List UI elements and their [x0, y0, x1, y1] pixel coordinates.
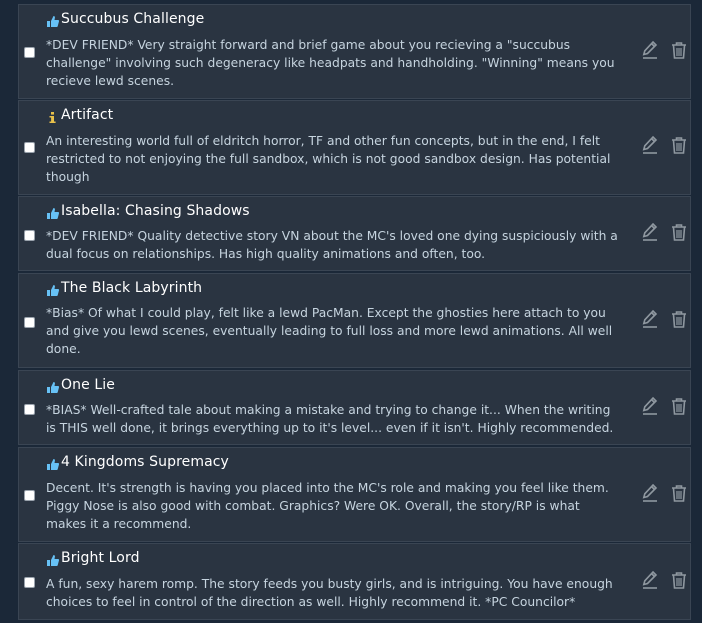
edit-button[interactable] — [641, 135, 659, 155]
edit-button[interactable] — [641, 483, 659, 503]
review-title-row: Bright Lord — [46, 549, 140, 567]
pencil-icon — [642, 40, 658, 59]
review-card: One Lie *BIAS* Well-crafted tale about m… — [18, 370, 691, 445]
review-card: Succubus Challenge *DEV FRIEND* Very str… — [18, 4, 691, 99]
review-title[interactable]: Bright Lord — [61, 549, 140, 567]
edit-button[interactable] — [641, 309, 659, 329]
pencil-icon — [642, 135, 658, 154]
review-title[interactable]: Succubus Challenge — [61, 10, 204, 28]
review-card: Bright Lord A fun, sexy harem romp. The … — [18, 543, 691, 620]
review-checkbox[interactable] — [24, 230, 35, 241]
trash-icon — [672, 224, 686, 241]
delete-button[interactable] — [670, 483, 688, 503]
thumbs-up-icon — [46, 552, 60, 566]
review-title-row: The Black Labyrinth — [46, 279, 202, 297]
review-card: 4 Kingdoms Supremacy Decent. It's streng… — [18, 447, 691, 542]
delete-button[interactable] — [670, 396, 688, 416]
pencil-icon — [642, 309, 658, 328]
info-icon — [46, 109, 59, 123]
review-checkbox[interactable] — [24, 577, 35, 588]
review-description: *DEV FRIEND* Very straight forward and b… — [46, 38, 615, 88]
trash-icon — [672, 311, 686, 328]
thumbs-up-icon — [46, 456, 60, 470]
delete-button[interactable] — [670, 40, 688, 60]
pencil-icon — [642, 222, 658, 241]
review-checkbox[interactable] — [24, 317, 35, 328]
review-card: Artifact An interesting world full of el… — [18, 100, 691, 195]
edit-button[interactable] — [641, 40, 659, 60]
review-description: A fun, sexy harem romp. The story feeds … — [46, 577, 613, 609]
review-checkbox[interactable] — [24, 490, 35, 501]
review-checkbox[interactable] — [24, 47, 35, 58]
delete-button[interactable] — [670, 309, 688, 329]
review-title[interactable]: Isabella: Chasing Shadows — [61, 202, 250, 220]
review-list: Succubus Challenge *DEV FRIEND* Very str… — [0, 0, 702, 623]
edit-button[interactable] — [641, 396, 659, 416]
review-checkbox[interactable] — [24, 404, 35, 415]
edit-button[interactable] — [641, 222, 659, 242]
edit-button[interactable] — [641, 570, 659, 590]
delete-button[interactable] — [670, 570, 688, 590]
review-card: The Black Labyrinth *Bias* Of what I cou… — [18, 273, 691, 368]
review-title[interactable]: The Black Labyrinth — [61, 279, 202, 297]
review-title[interactable]: 4 Kingdoms Supremacy — [61, 453, 229, 471]
delete-button[interactable] — [670, 135, 688, 155]
review-description: *Bias* Of what I could play, felt like a… — [46, 306, 613, 356]
review-description: *DEV FRIEND* Quality detective story VN … — [46, 229, 618, 261]
pencil-icon — [642, 570, 658, 589]
trash-icon — [672, 485, 686, 502]
thumbs-up-icon — [46, 13, 60, 27]
thumbs-up-icon — [46, 282, 60, 296]
trash-icon — [672, 398, 686, 415]
thumbs-up-icon — [46, 379, 60, 393]
trash-icon — [672, 42, 686, 59]
review-title[interactable]: Artifact — [61, 106, 113, 124]
trash-icon — [672, 572, 686, 589]
review-description: An interesting world full of eldritch ho… — [46, 134, 611, 184]
thumbs-up-icon — [46, 205, 60, 219]
review-title-row: One Lie — [46, 376, 115, 394]
review-description: *BIAS* Well-crafted tale about making a … — [46, 403, 614, 435]
review-title-row: Isabella: Chasing Shadows — [46, 202, 250, 220]
pencil-icon — [642, 483, 658, 502]
review-title[interactable]: One Lie — [61, 376, 115, 394]
review-checkbox[interactable] — [24, 142, 35, 153]
review-title-row: Succubus Challenge — [46, 10, 204, 28]
review-title-row: 4 Kingdoms Supremacy — [46, 453, 229, 471]
review-description: Decent. It's strength is having you plac… — [46, 481, 609, 531]
review-card: Isabella: Chasing Shadows *DEV FRIEND* Q… — [18, 196, 691, 271]
trash-icon — [672, 137, 686, 154]
review-title-row: Artifact — [46, 106, 113, 124]
delete-button[interactable] — [670, 222, 688, 242]
pencil-icon — [642, 396, 658, 415]
